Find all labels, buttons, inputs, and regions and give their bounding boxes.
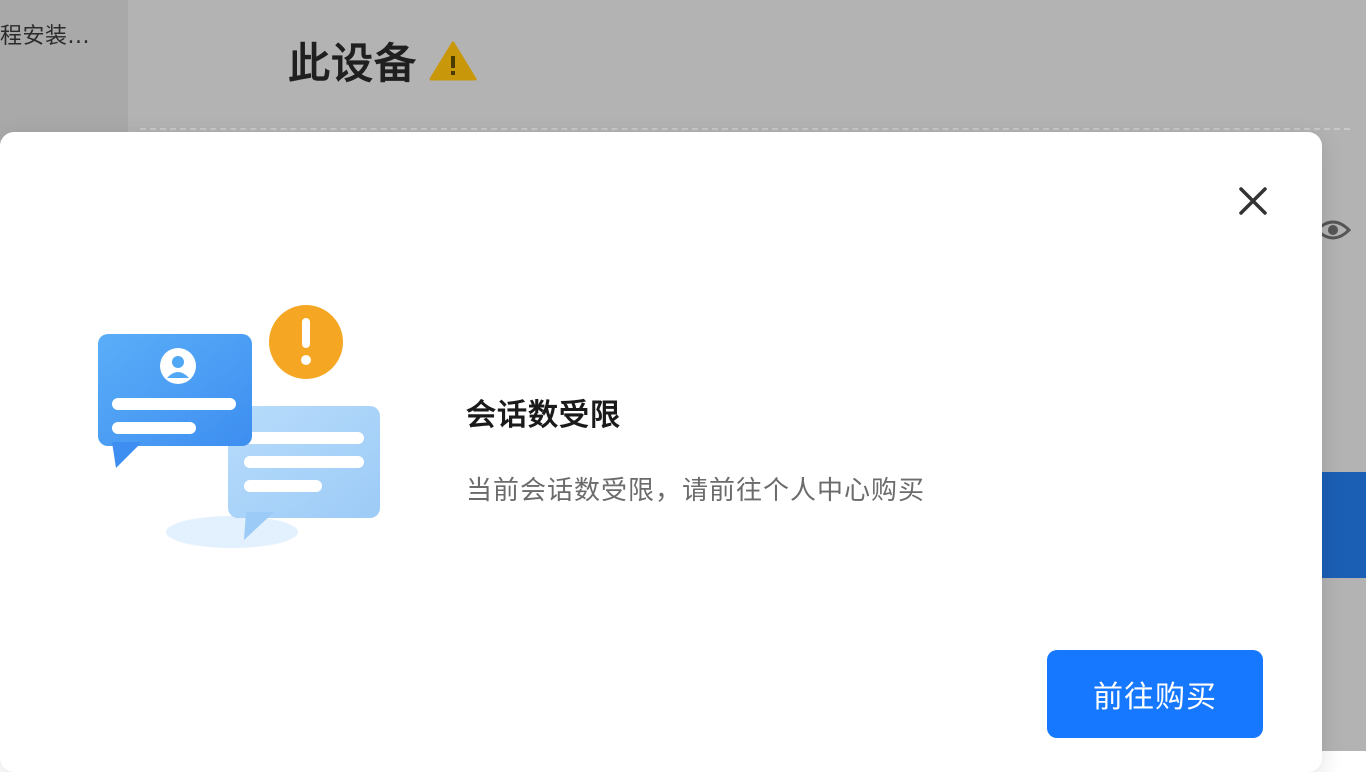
chat-bubbles-warning-illustration — [98, 305, 380, 548]
close-icon[interactable] — [1232, 180, 1274, 222]
warning-triangle-icon — [429, 41, 477, 80]
background-button-edge — [1322, 472, 1366, 578]
dialog-message: 当前会话数受限，请前往个人中心购买 — [466, 476, 926, 506]
sidebar-item-label[interactable]: 程安装... — [0, 18, 90, 50]
session-limit-dialog: 会话数受限 当前会话数受限，请前往个人中心购买 前往购买 — [0, 132, 1322, 772]
page-title: 此设备 — [288, 39, 418, 88]
divider — [140, 128, 1350, 130]
page-heading: 此设备 — [288, 30, 477, 91]
buy-button[interactable]: 前往购买 — [1047, 650, 1263, 738]
dialog-title: 会话数受限 — [466, 398, 621, 433]
